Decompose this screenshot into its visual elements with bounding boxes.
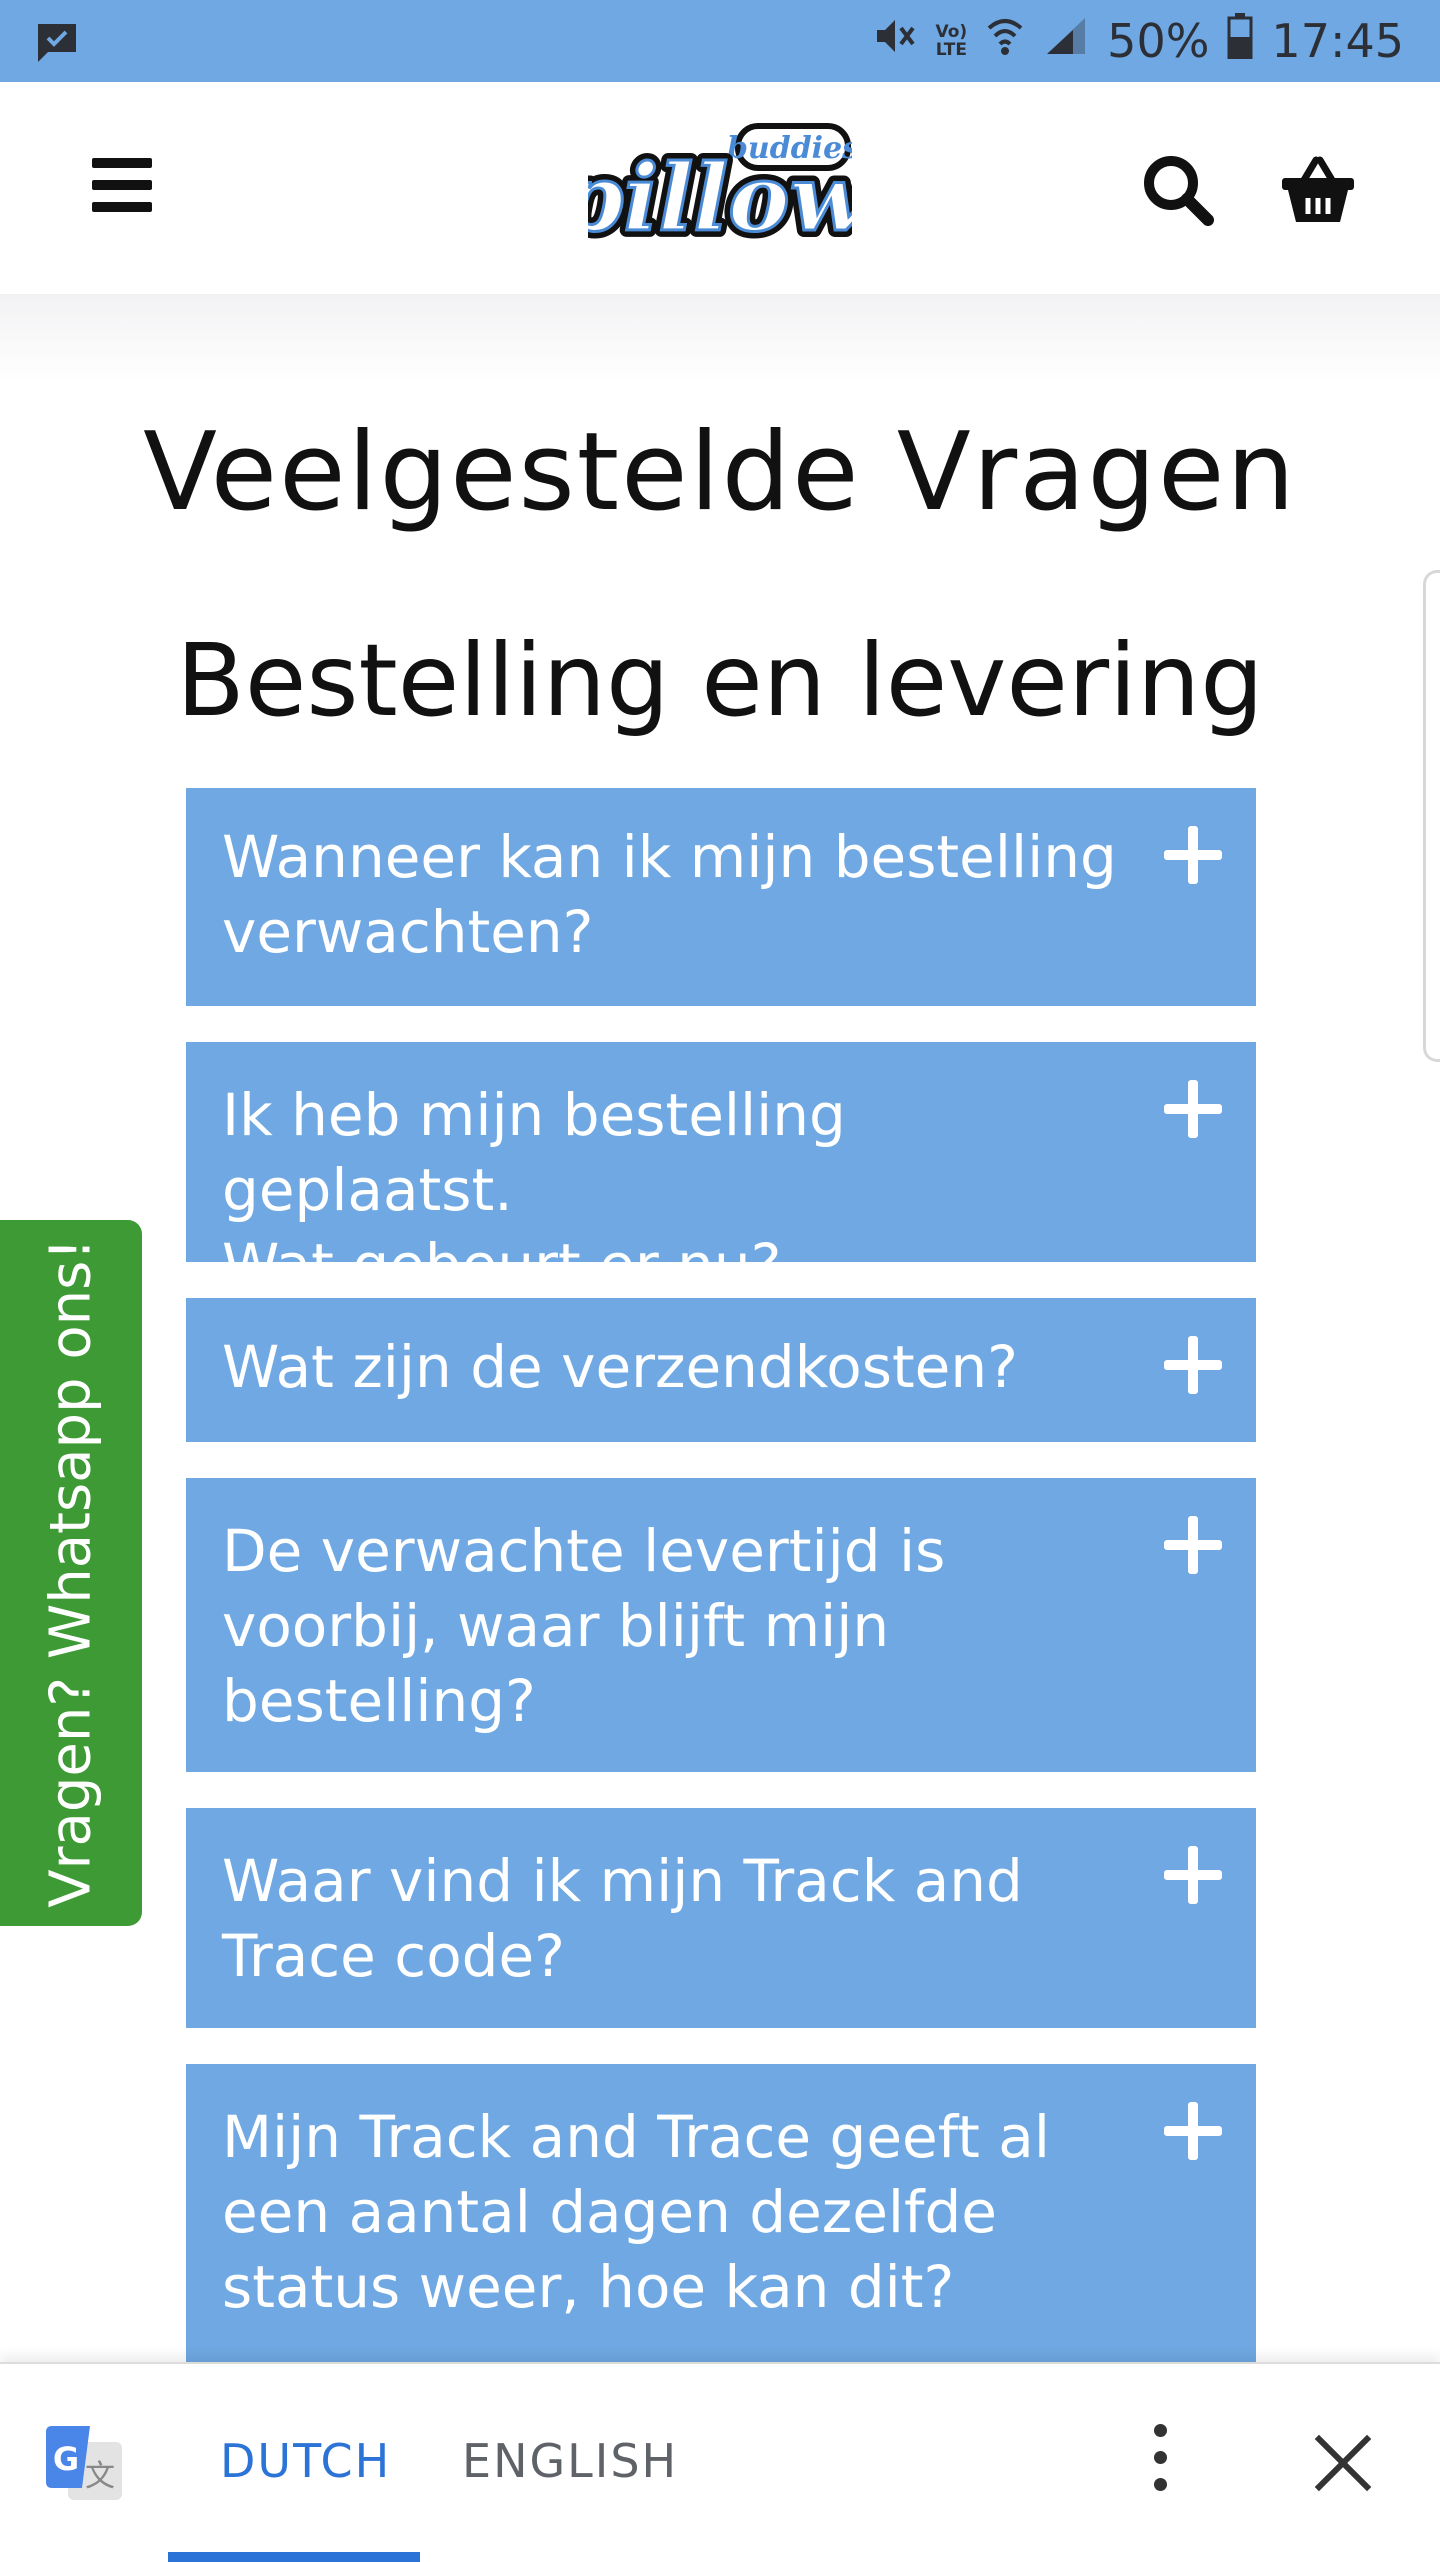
search-icon: [1144, 156, 1214, 226]
message-notification-icon: [34, 20, 80, 70]
menu-icon-bar: [92, 180, 152, 190]
menu-button[interactable]: [92, 158, 152, 214]
whatsapp-label: Vragen? Whatsapp ons!: [38, 1238, 104, 1908]
faq-question-line: Waar vind ik mijn Track and: [222, 1847, 1023, 1915]
plus-icon[interactable]: [1164, 1080, 1222, 1138]
clock: 17:45: [1271, 14, 1404, 68]
menu-icon: [92, 158, 152, 168]
faq-item[interactable]: Wat zijn de verzendkosten?: [186, 1298, 1256, 1442]
plus-icon[interactable]: [1164, 1846, 1222, 1904]
faq-question-line: verwachten?: [222, 898, 594, 966]
svg-text:G: G: [53, 2440, 79, 2478]
close-icon[interactable]: [1312, 2432, 1374, 2494]
whatsapp-button[interactable]: Vragen? Whatsapp ons!: [0, 1220, 142, 1926]
menu-icon-bar: [92, 202, 152, 212]
faq-item[interactable]: Mijn Track and Trace geeft al een aantal…: [186, 2064, 1256, 2362]
faq-question-line: voorbij, waar blijft mijn: [222, 1592, 890, 1660]
search-button[interactable]: [1140, 152, 1216, 228]
plus-icon[interactable]: [1164, 1516, 1222, 1574]
faq-question-line: bestelling?: [222, 1667, 536, 1735]
faq-question-line: Wat gebeurt er nu?: [222, 1231, 782, 1299]
header-shadow: [0, 294, 1440, 384]
faq-question-line: Mijn Track and Trace geeft al: [222, 2103, 1050, 2171]
faq-item[interactable]: Wanneer kan ik mijn bestelling verwachte…: [186, 788, 1256, 1006]
volte-indicator: Vo) LTE: [935, 22, 968, 60]
battery-percentage: 50%: [1107, 14, 1210, 68]
faq-question-line: Ik heb mijn bestelling geplaatst.: [222, 1081, 846, 1224]
plus-icon[interactable]: [1164, 1336, 1222, 1394]
plus-icon[interactable]: [1164, 826, 1222, 884]
tab-english[interactable]: ENGLISH: [462, 2434, 678, 2488]
scroll-handle[interactable]: [1423, 570, 1440, 1062]
more-options-button[interactable]: [1140, 2424, 1180, 2504]
faq-question-line: Wat zijn de verzendkosten?: [222, 1333, 1018, 1401]
status-bar: Vo) LTE 50% 17:45: [0, 0, 1440, 82]
pillow-buddies-logo[interactable]: buddies pillow pillow: [552, 112, 879, 262]
page-title: Veelgestelde Vragen: [143, 410, 1297, 535]
battery-icon: [1227, 12, 1253, 70]
google-translate-icon: 文 G: [42, 2424, 126, 2508]
faq-item[interactable]: Ik heb mijn bestelling geplaatst. Wat ge…: [186, 1042, 1256, 1299]
wifi-icon: [985, 14, 1025, 69]
basket-icon: [1282, 156, 1354, 222]
more-vert-icon-dot: [1153, 2478, 1167, 2491]
section-title: Bestelling en levering: [176, 622, 1264, 739]
mute-icon: [873, 14, 917, 69]
more-vert-icon: [1153, 2424, 1167, 2437]
more-vert-icon-dot: [1153, 2451, 1167, 2464]
signal-icon: [1043, 14, 1089, 69]
faq-question-line: De verwachte levertijd is: [222, 1517, 946, 1585]
cart-button[interactable]: [1278, 150, 1358, 230]
logo-main-text: pillow: [588, 144, 852, 252]
status-indicators: Vo) LTE 50% 17:45: [873, 0, 1404, 82]
faq-question-line: Wanneer kan ik mijn bestelling: [222, 823, 1117, 891]
active-tab-indicator: [168, 2552, 420, 2562]
faq-question-line: Trace code?: [222, 1922, 565, 1990]
svg-text:文: 文: [85, 2459, 115, 2494]
faq-question-line: status weer, hoe kan dit?: [222, 2253, 955, 2321]
tab-dutch[interactable]: DUTCH: [220, 2434, 391, 2488]
faq-question-line: een aantal dagen dezelfde: [222, 2178, 997, 2246]
translate-bar: 文 G DUTCH ENGLISH: [0, 2362, 1440, 2562]
faq-item[interactable]: Waar vind ik mijn Track and Trace code?: [186, 1808, 1256, 2028]
faq-item[interactable]: De verwachte levertijd is voorbij, waar …: [186, 1478, 1256, 1772]
plus-icon[interactable]: [1164, 2102, 1222, 2160]
